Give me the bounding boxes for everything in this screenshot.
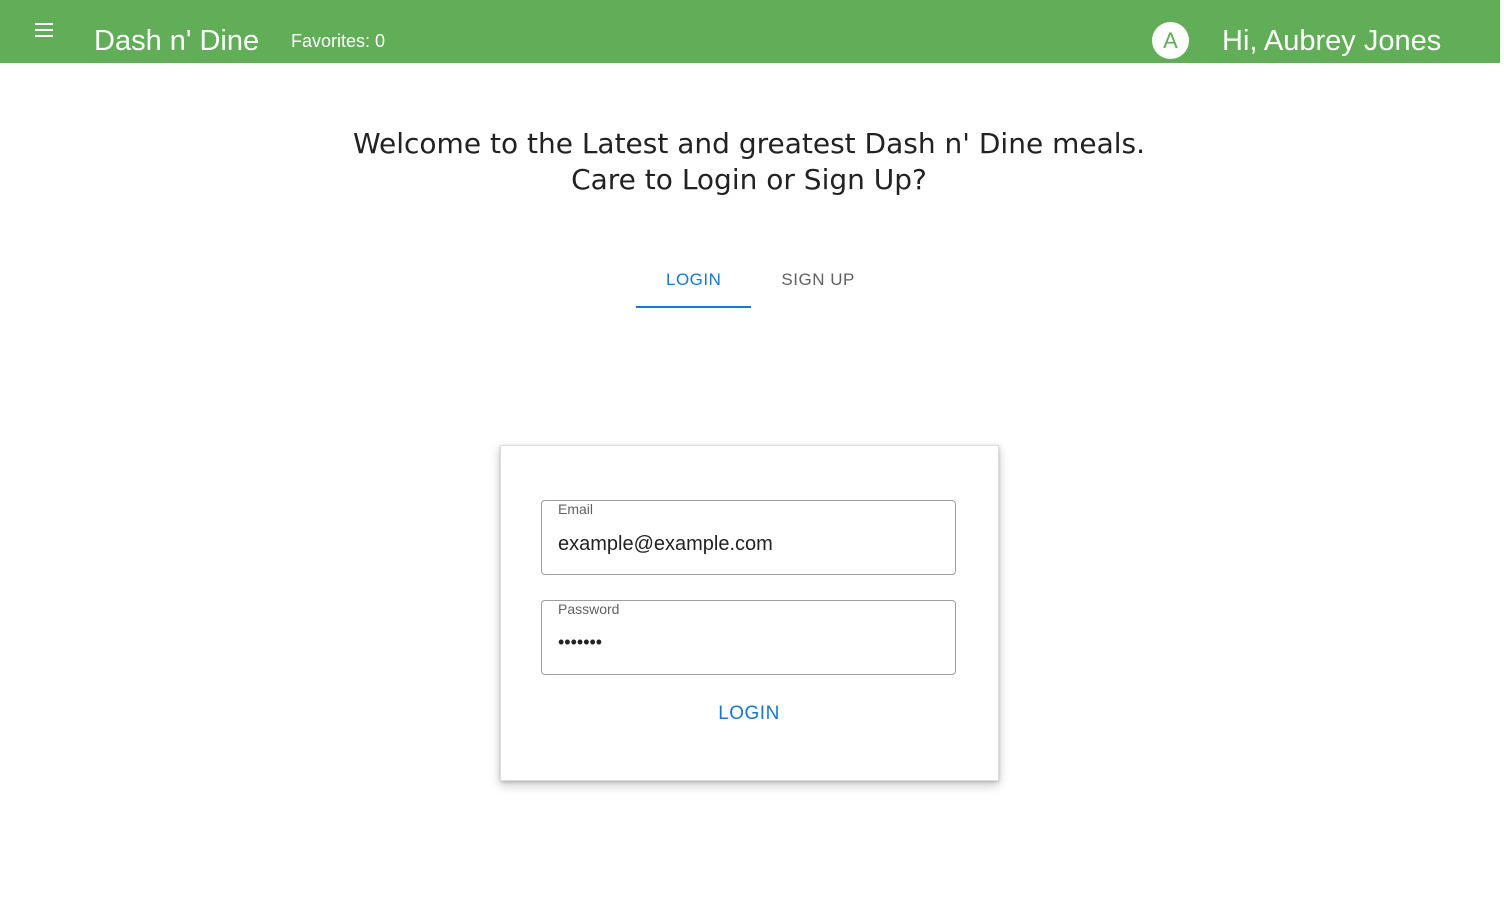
welcome-heading: Welcome to the Latest and greatest Dash … [0, 126, 1498, 198]
email-input[interactable]: example@example.com [558, 531, 938, 557]
email-field[interactable]: Email example@example.com [541, 500, 956, 575]
login-card: Email example@example.com Password •••••… [500, 445, 999, 781]
app-title[interactable]: Dash n' Dine [94, 22, 259, 60]
tab-sign-up[interactable]: SIGN UP [751, 252, 884, 308]
password-field[interactable]: Password ••••••• [541, 600, 956, 675]
user-greeting: Hi, Aubrey Jones [1222, 25, 1442, 57]
auth-tabs: LOGIN SIGN UP [636, 252, 885, 310]
avatar[interactable]: A [1152, 22, 1189, 59]
menu-button[interactable] [24, 10, 64, 50]
password-input[interactable]: ••••••• [558, 629, 938, 655]
password-label: Password [558, 601, 620, 617]
welcome-line-1: Welcome to the Latest and greatest Dash … [352, 127, 1145, 160]
login-button[interactable]: LOGIN [689, 696, 809, 732]
favorites-count[interactable]: Favorites: 0 [291, 30, 385, 52]
app-bar: Dash n' Dine Favorites: 0 A Hi, Aubrey J… [0, 0, 1500, 63]
tab-login[interactable]: LOGIN [636, 252, 752, 308]
welcome-line-2: Care to Login or Sign Up? [571, 163, 927, 196]
menu-icon [35, 23, 53, 37]
email-label: Email [558, 501, 594, 517]
